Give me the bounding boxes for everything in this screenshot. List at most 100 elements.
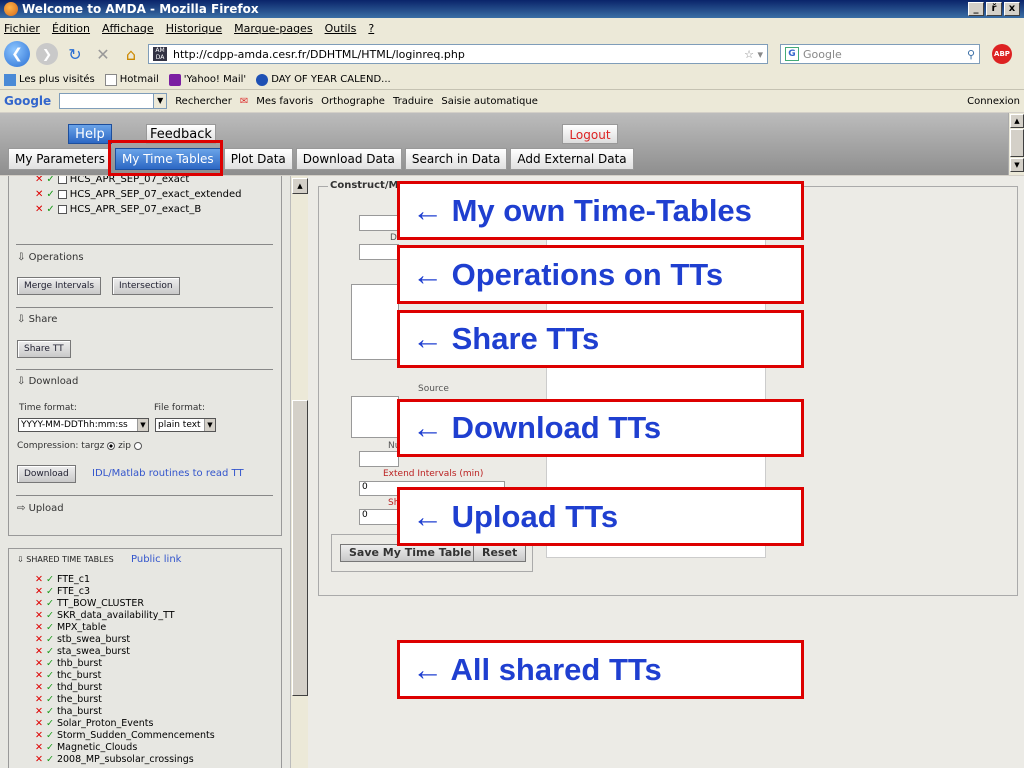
tab-search-in-data[interactable]: Search in Data [404,148,508,170]
back-button[interactable]: ❮ [4,41,30,67]
list-item[interactable]: ✕ ✓ MPX_table [35,622,106,633]
url-bar[interactable]: AM DA http://cdpp-amda.cesr.fr/DDHTML/HT… [148,44,768,64]
adblock-icon[interactable]: ABP [992,44,1012,64]
delete-icon[interactable]: ✕ [35,598,43,609]
list-item[interactable]: ✕ ✓ TT_BOW_CLUSTER [35,598,144,609]
check-icon[interactable]: ✓ [46,204,54,215]
tab-my-parameters[interactable]: My Parameters [8,148,112,170]
delete-icon[interactable]: ✕ [35,189,43,200]
delete-icon[interactable]: ✕ [35,754,43,765]
minimize-button[interactable]: _ [968,2,984,16]
operations-header[interactable]: ⇩ Operations [17,252,84,263]
menu-outils[interactable]: Outils [325,22,357,35]
file-format-select[interactable]: plain text ▼ [155,418,216,432]
help-button[interactable]: Help [68,124,112,144]
check-icon[interactable]: ✓ [46,634,54,645]
download-button[interactable]: Download [17,465,76,483]
delete-icon[interactable]: ✕ [35,634,43,645]
list-item[interactable]: ✕ ✓ HCS_APR_SEP_07_exact_extended [35,189,241,200]
delete-icon[interactable]: ✕ [35,574,43,585]
menu-marque-pages[interactable]: Marque-pages [234,22,312,35]
menu-fichier[interactable]: Fichier [4,22,40,35]
merge-intervals-button[interactable]: Merge Intervals [17,277,102,295]
delete-icon[interactable]: ✕ [35,658,43,669]
check-icon[interactable]: ✓ [46,658,54,669]
list-item[interactable]: ✕ ✓ tha_burst [35,706,102,717]
source-textarea[interactable] [351,396,399,438]
targz-radio[interactable] [107,441,116,450]
share-tt-button[interactable]: Share TT [17,340,71,358]
zip-radio[interactable] [133,441,142,450]
time-format-select[interactable]: YYYY-MM-DDThh:mm:ss ▼ [18,418,149,432]
tab-download-data[interactable]: Download Data [295,148,402,170]
checkbox[interactable] [57,176,67,184]
google-search-input[interactable] [59,93,155,109]
search-input[interactable]: G Google ⚲ [780,44,980,64]
toolbar-icons[interactable]: ✉ [240,96,248,107]
check-icon[interactable]: ✓ [46,176,54,185]
close-button[interactable]: x [1004,2,1020,16]
left-scrollbar[interactable]: ▲ [290,176,308,768]
check-icon[interactable]: ✓ [46,189,54,200]
tab-add-external-data[interactable]: Add External Data [510,148,634,170]
public-link[interactable]: Public link [131,554,181,565]
list-item[interactable]: ✕ ✓ thb_burst [35,658,102,669]
list-item[interactable]: ✕ ✓ Solar_Proton_Events [35,718,153,729]
list-item[interactable]: ✕ ✓ SKR_data_availability_TT [35,610,175,621]
restore-button[interactable]: ř [986,2,1002,16]
list-item[interactable]: ✕ ✓ thc_burst [35,670,101,681]
menu-edition[interactable]: Édition [52,22,90,35]
delete-icon[interactable]: ✕ [35,204,43,215]
delete-icon[interactable]: ✕ [35,646,43,657]
header-scrollbar[interactable]: ▲ ▼ [1008,113,1024,175]
delete-icon[interactable]: ✕ [35,610,43,621]
shared-header[interactable]: ⇩ SHARED TIME TABLES [17,555,114,564]
search-icon[interactable]: ⚲ [967,48,975,61]
google-orthographe[interactable]: Orthographe [321,96,385,107]
name-input[interactable] [359,215,399,231]
delete-icon[interactable]: ✕ [35,706,43,717]
intersection-button[interactable]: Intersection [112,277,180,295]
home-icon[interactable]: ⌂ [120,43,142,65]
scroll-down-icon[interactable]: ▼ [1010,158,1024,172]
date-input[interactable] [359,244,399,260]
scroll-up-icon[interactable]: ▲ [1010,114,1024,128]
checkbox[interactable] [57,190,67,199]
bookmark-star-icon[interactable]: ☆ ▾ [744,48,763,61]
delete-icon[interactable]: ✕ [35,176,43,185]
check-icon[interactable]: ✓ [46,742,54,753]
bookmark-most-visited[interactable]: Les plus visités [4,73,95,86]
chevron-down-icon[interactable]: ▼ [153,93,168,109]
delete-icon[interactable]: ✕ [35,742,43,753]
google-mes-favoris[interactable]: Mes favoris [256,96,313,107]
check-icon[interactable]: ✓ [46,622,54,633]
list-item[interactable]: ✕ ✓ the_burst [35,694,102,705]
check-icon[interactable]: ✓ [46,718,54,729]
check-icon[interactable]: ✓ [46,598,54,609]
list-item[interactable]: ✕ ✓ stb_swea_burst [35,634,130,645]
check-icon[interactable]: ✓ [46,586,54,597]
delete-icon[interactable]: ✕ [35,682,43,693]
share-header[interactable]: ⇩ Share [17,314,57,325]
download-header[interactable]: ⇩ Download [17,376,78,387]
check-icon[interactable]: ✓ [46,610,54,621]
google-traduire[interactable]: Traduire [393,96,433,107]
shift-input[interactable]: 0 [359,509,399,525]
google-saisie-automatique[interactable]: Saisie automatique [441,96,537,107]
bookmark-yahoo-mail[interactable]: 'Yahoo! Mail' [168,73,246,86]
delete-icon[interactable]: ✕ [35,694,43,705]
bookmark-hotmail[interactable]: Hotmail [104,73,159,86]
list-item[interactable]: ✕ ✓ HCS_APR_SEP_07_exact [35,176,189,185]
list-item[interactable]: ✕ ✓ Storm_Sudden_Commencements [35,730,215,741]
upload-header[interactable]: ⇨ Upload [17,503,64,514]
idl-matlab-link[interactable]: IDL/Matlab routines to read TT [92,468,244,479]
scroll-up-icon[interactable]: ▲ [292,178,308,194]
logout-button[interactable]: Logout [562,124,618,144]
google-rechercher[interactable]: Rechercher [175,96,232,107]
menu-affichage[interactable]: Affichage [102,22,154,35]
stop-icon[interactable]: ✕ [92,43,114,65]
check-icon[interactable]: ✓ [46,574,54,585]
list-item[interactable]: ✕ ✓ sta_swea_burst [35,646,130,657]
check-icon[interactable]: ✓ [46,754,54,765]
list-item[interactable]: ✕ ✓ thd_burst [35,682,102,693]
